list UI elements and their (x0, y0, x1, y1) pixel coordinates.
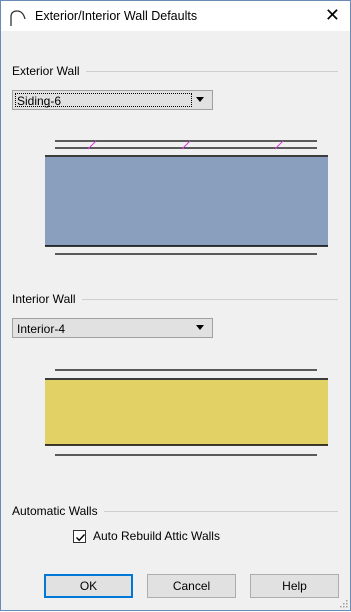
wall-defaults-dialog: Exterior/Interior Wall Defaults ✕ Exteri… (0, 0, 351, 611)
interior-wall-select[interactable]: Interior-4 (12, 318, 213, 338)
exterior-wall-select[interactable]: Siding-6 (12, 90, 213, 110)
help-button[interactable]: Help (250, 574, 339, 598)
interior-wall-group-label: Interior Wall (12, 292, 82, 306)
automatic-walls-group-label: Automatic Walls (12, 504, 104, 518)
exterior-wall-value: Siding-6 (17, 94, 62, 108)
close-icon[interactable]: ✕ (325, 6, 340, 24)
ok-button[interactable]: OK (44, 574, 133, 598)
chevron-down-icon (196, 97, 204, 102)
chevron-down-icon (196, 325, 204, 330)
auto-rebuild-attic-walls-label[interactable]: Auto Rebuild Attic Walls (93, 529, 220, 543)
cancel-button[interactable]: Cancel (147, 574, 236, 598)
auto-rebuild-attic-walls-checkbox[interactable] (73, 530, 86, 543)
resize-grip-icon[interactable] (338, 598, 348, 608)
checkmark-icon (76, 534, 86, 542)
siding-hatch (87, 140, 97, 150)
interior-wall-fill (45, 380, 328, 445)
interior-wall-value: Interior-4 (17, 322, 66, 336)
siding-hatch (181, 140, 191, 150)
exterior-wall-group-label: Exterior Wall (12, 64, 86, 78)
exterior-wall-fill (45, 157, 328, 246)
dialog-title: Exterior/Interior Wall Defaults (35, 9, 198, 23)
title-bar: Exterior/Interior Wall Defaults ✕ (1, 1, 350, 31)
curved-wall-icon (10, 10, 26, 26)
siding-hatch (274, 140, 284, 150)
